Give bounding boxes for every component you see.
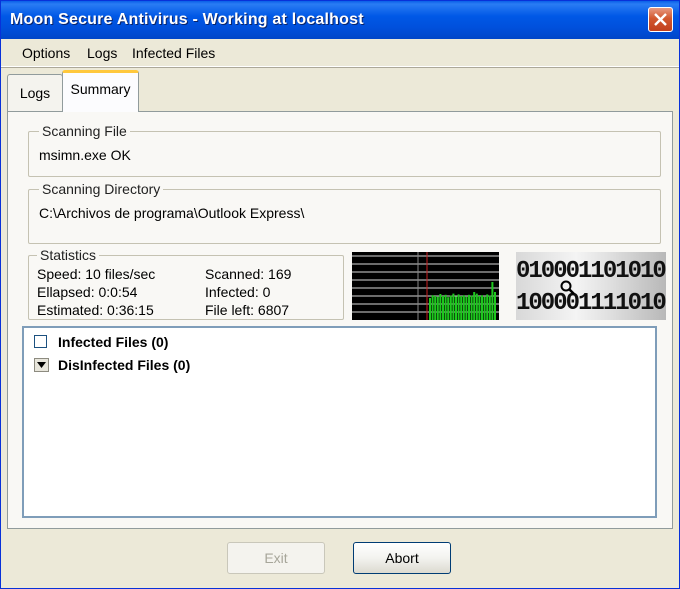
- menu-logs[interactable]: Logs: [87, 45, 117, 61]
- close-button[interactable]: [648, 7, 673, 32]
- graph-bar: [447, 297, 450, 320]
- graph-bar: [494, 292, 496, 320]
- activity-graph: [352, 252, 499, 320]
- menu-bar: Options Logs Infected Files: [1, 39, 679, 67]
- graph-bar: [442, 296, 444, 320]
- graph-bar: [455, 296, 457, 320]
- graph-bar: [434, 296, 437, 320]
- stat-scanned: Scanned: 169: [205, 266, 292, 282]
- tab-logs-label: Logs: [19, 85, 51, 101]
- binary-line-2: 100001111010101: [516, 290, 666, 317]
- disinfected-files-label: DisInfected Files (0): [58, 357, 191, 373]
- tab-summary[interactable]: Summary: [62, 70, 139, 112]
- abort-button[interactable]: Abort: [353, 542, 451, 574]
- graph-bar: [470, 295, 473, 320]
- graph-bar: [449, 295, 452, 320]
- disinfected-expand-button[interactable]: [34, 358, 49, 372]
- graph-bar: [491, 282, 494, 320]
- graph-bar: [460, 296, 463, 320]
- graph-bar: [462, 295, 465, 320]
- scanning-directory-group: Scanning Directory C:\Archivos de progra…: [28, 181, 661, 244]
- graph-bar: [488, 295, 491, 320]
- window-title: Moon Secure Antivirus - Working at local…: [10, 11, 364, 28]
- tab-strip: Logs Summary: [1, 67, 679, 112]
- graph-bar: [465, 296, 468, 320]
- statistics-group: Statistics Speed: 10 files/sec Ellapsed:…: [28, 247, 344, 320]
- graph-bar: [457, 294, 460, 320]
- graph-bar: [444, 294, 447, 320]
- infected-files-checkbox[interactable]: [34, 335, 47, 348]
- scanning-directory-legend: Scanning Directory: [39, 181, 164, 197]
- graph-bar: [436, 296, 439, 320]
- binary-scan-animation: 010001101010101 100001111010101: [516, 252, 666, 320]
- menu-options[interactable]: Options: [22, 45, 70, 61]
- graph-bar: [481, 295, 483, 320]
- stat-elapsed: Ellapsed: 0:0:54: [37, 284, 138, 300]
- title-bar[interactable]: Moon Secure Antivirus - Working at local…: [1, 1, 679, 39]
- graph-bar: [486, 294, 489, 320]
- scanning-file-legend: Scanning File: [39, 123, 130, 139]
- graph-bar: [483, 296, 486, 320]
- activity-graph-svg: [352, 252, 499, 320]
- stat-file-left: File left: 6807: [205, 302, 290, 318]
- scanning-file-group: Scanning File msimn.exe OK: [28, 123, 661, 177]
- graph-bar: [473, 292, 476, 320]
- graph-bar: [439, 294, 442, 320]
- graph-bar: [475, 293, 478, 320]
- tab-logs[interactable]: Logs: [7, 74, 63, 111]
- scanning-file-value: msimn.exe OK: [39, 147, 131, 163]
- results-tree[interactable]: Infected Files (0) DisInfected Files (0): [22, 326, 657, 518]
- graph-bar: [429, 298, 431, 320]
- exit-button[interactable]: Exit: [227, 542, 325, 574]
- menu-infected-files[interactable]: Infected Files: [132, 45, 215, 61]
- button-bar: Exit Abort: [1, 529, 679, 589]
- stat-speed: Speed: 10 files/sec: [37, 266, 156, 282]
- scanning-directory-value: C:\Archivos de programa\Outlook Express\: [39, 205, 305, 221]
- tab-summary-label: Summary: [70, 81, 131, 97]
- statistics-legend: Statistics: [37, 247, 100, 263]
- summary-panel: Scanning File msimn.exe OK Scanning Dire…: [7, 111, 673, 529]
- triangle-down-icon: [37, 362, 46, 368]
- graph-bar: [468, 294, 470, 320]
- main-window: Moon Secure Antivirus - Working at local…: [0, 0, 680, 589]
- magnifier-icon: [560, 280, 575, 295]
- graph-bar: [452, 293, 455, 320]
- binary-line-1: 010001101010101: [516, 258, 666, 285]
- infected-files-label: Infected Files (0): [58, 334, 169, 350]
- stat-infected: Infected: 0: [205, 284, 271, 300]
- stat-estimated: Estimated: 0:36:15: [37, 302, 154, 318]
- graph-bar: [478, 296, 481, 320]
- graph-bar: [431, 295, 434, 320]
- close-icon: [654, 13, 667, 26]
